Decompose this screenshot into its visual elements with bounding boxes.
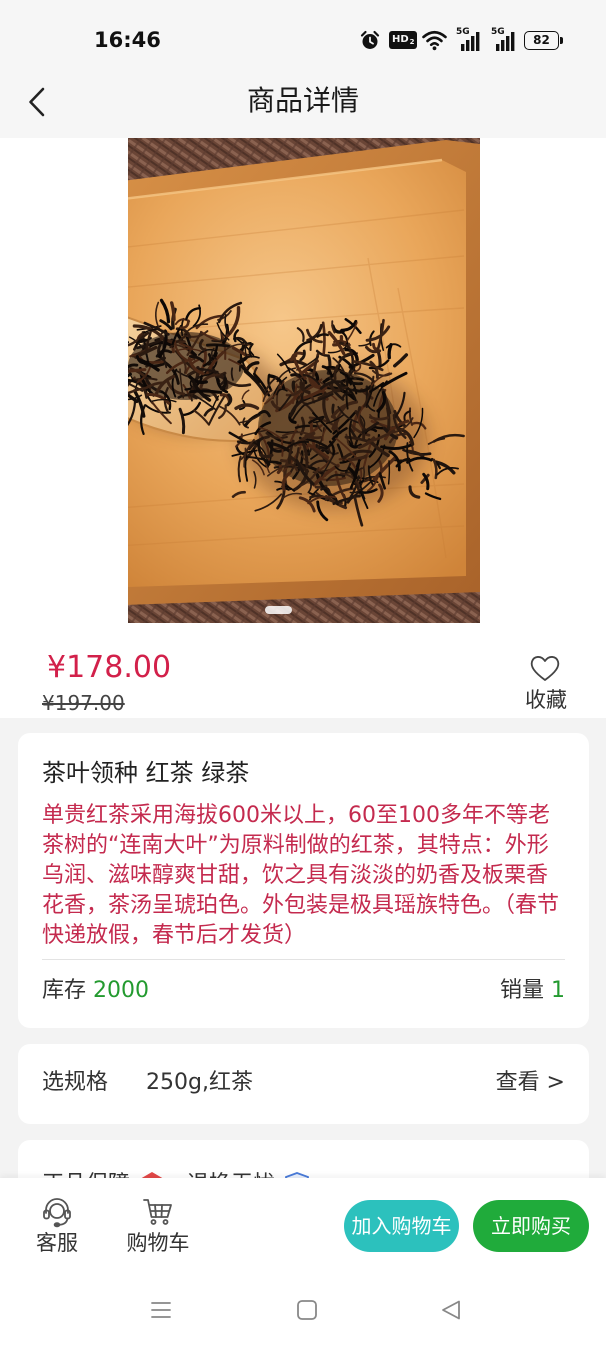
page-title: 商品详情 [246, 84, 359, 117]
original-price: ¥197.00 [42, 691, 125, 715]
headset-icon[interactable] [41, 1196, 73, 1228]
favorite-label[interactable]: 收藏 [505, 687, 587, 713]
spec-value: 250g,红茶 [146, 1070, 253, 1095]
tea-leaf [291, 380, 297, 394]
sales-info: 销量 1 [500, 977, 565, 1005]
bottom-action-bar: 客服 购物车 加入购物车 立即购买 [0, 1178, 606, 1348]
menu-icon[interactable] [150, 1299, 172, 1321]
product-info-card: 茶叶领种 红茶 绿茶 单贵红茶采用海拔600米以上，60至100多年不等老茶树的… [18, 733, 589, 1028]
tea-leaf [387, 460, 391, 485]
heart-outline-icon[interactable] [528, 653, 562, 683]
battery-nub [560, 37, 563, 44]
wifi-icon [421, 29, 448, 51]
tea-leaf [189, 389, 223, 394]
sales-label: 销量 [499, 978, 544, 1003]
product-description: 单贵红茶采用海拔600米以上，60至100多年不等老茶树的“连南大叶”为原料制做… [42, 803, 560, 948]
carousel-indicator[interactable] [265, 606, 292, 614]
view-spec-link[interactable]: 查看 > [496, 1069, 565, 1097]
tea-leaf [268, 460, 282, 465]
signal-icon: 5G [456, 27, 480, 51]
status-bar: 16:46 HD2 5G 5G 82 [0, 0, 606, 65]
clock-time: 16:46 [94, 28, 161, 52]
customer-service-label[interactable]: 客服 [17, 1230, 97, 1256]
home-icon[interactable] [296, 1299, 318, 1321]
hd-voice-icon: HD2 [389, 31, 417, 49]
hd-badge-sub: 2 [409, 38, 415, 46]
tea-leaf [386, 406, 391, 433]
header-bar: 商品详情 [0, 65, 606, 138]
add-to-cart-button[interactable]: 加入购物车 [344, 1200, 459, 1252]
tea-leaf [259, 453, 274, 459]
spec-label: 选规格 [42, 1070, 109, 1095]
battery-level: 82 [524, 31, 559, 50]
spec-selector[interactable]: 选规格 250g,红茶 查看 > [18, 1044, 589, 1124]
battery-icon: 82 [524, 31, 564, 50]
current-price: ¥178.00 [47, 650, 172, 685]
hd-badge-text: HD [392, 34, 409, 45]
product-image[interactable] [128, 138, 480, 623]
divider [42, 959, 565, 960]
signal-bars [461, 32, 480, 51]
alarm-icon [359, 29, 381, 51]
stock-label: 库存 [42, 978, 87, 1003]
signal-bars [496, 32, 515, 51]
tea-leaf [321, 321, 326, 356]
buy-now-button[interactable]: 立即购买 [473, 1200, 589, 1252]
back-triangle-icon[interactable] [440, 1299, 462, 1321]
stock-value: 2000 [93, 978, 150, 1003]
cart-label[interactable]: 购物车 [108, 1230, 208, 1256]
product-title: 茶叶领种 红茶 绿茶 [42, 759, 250, 787]
tea-leaf [387, 343, 393, 360]
product-photo [128, 138, 480, 623]
stock-info: 库存 2000 [42, 977, 149, 1005]
signal-icon: 5G [491, 27, 515, 51]
cart-icon[interactable] [142, 1196, 174, 1228]
sales-value: 1 [551, 978, 565, 1003]
